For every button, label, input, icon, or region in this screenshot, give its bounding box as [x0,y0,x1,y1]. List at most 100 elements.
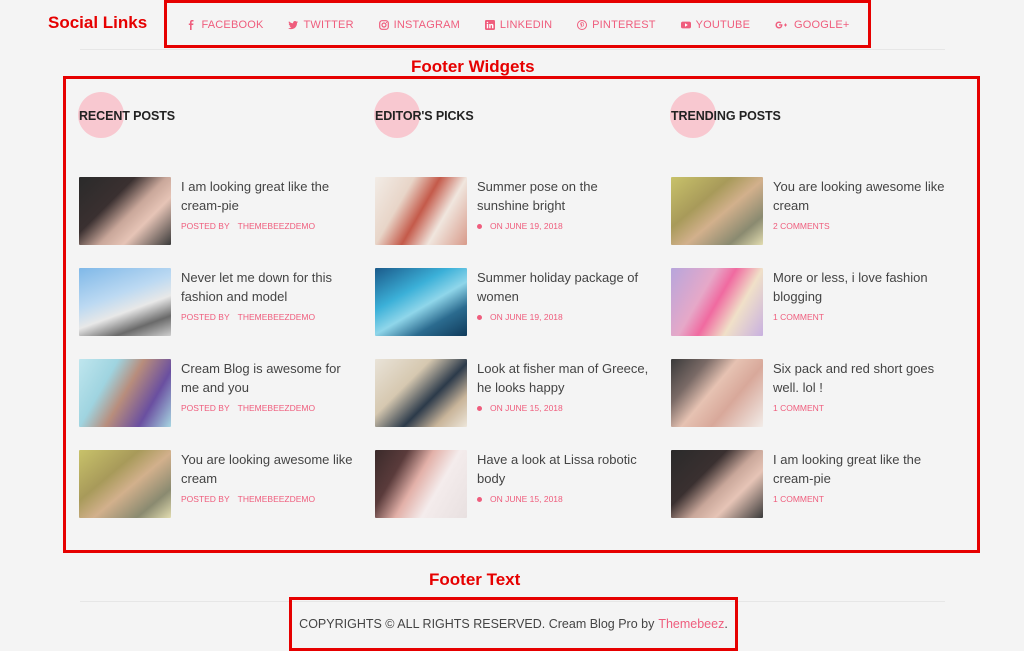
post-meta: 1 COMMENT [773,312,824,322]
post-title[interactable]: I am looking great like the cream-pie [181,177,357,215]
facebook-icon [186,19,196,30]
post-meta: 1 COMMENT [773,494,824,504]
list-item: You are looking awesome like cream POSTE… [79,450,359,520]
social-link-pinterest[interactable]: PINTEREST [577,19,656,31]
post-thumbnail[interactable] [79,177,171,245]
social-label: LINKEDIN [499,18,553,31]
widget-title: RECENT POSTS [79,109,176,123]
post-title[interactable]: Look at fisher man of Greece, he looks h… [477,359,653,397]
list-item: Look at fisher man of Greece, he looks h… [375,359,655,429]
post-comments[interactable]: 2 COMMENTS [773,221,830,231]
post-date: ON JUNE 15, 2018 [490,403,563,413]
twitter-icon [288,20,299,30]
post-title[interactable]: You are looking awesome like cream [181,450,357,488]
annotation-footer-text: Footer Text [429,570,521,589]
post-comments[interactable]: 1 COMMENT [773,403,824,413]
social-label: FACEBOOK [201,18,264,31]
footer-copyright: COPYRIGHTS © ALL RIGHTS RESERVED. Cream … [290,598,737,650]
copyright-text: COPYRIGHTS © ALL RIGHTS RESERVED. Cream … [299,617,655,631]
post-thumbnail[interactable] [375,268,467,336]
meta-prefix: POSTED BY [181,221,230,231]
list-item: I am looking great like the cream-pie PO… [79,177,359,247]
post-thumbnail[interactable] [671,450,763,518]
social-link-youtube[interactable]: YOUTUBE [680,18,751,31]
annotation-footer-widgets: Footer Widgets [411,57,535,76]
copyright-suffix: . [724,617,728,631]
social-label: GOOGLE+ [794,18,850,31]
meta-prefix: POSTED BY [181,312,230,322]
post-meta: POSTED BY THEMEBEEZDEMO [181,494,315,504]
post-thumbnail[interactable] [375,177,467,245]
pinterest-icon [577,19,588,30]
instagram-icon [378,19,389,30]
post-title[interactable]: Summer holiday package of women [477,268,653,306]
post-comments[interactable]: 1 COMMENT [773,494,824,504]
post-date: ON JUNE 19, 2018 [490,312,563,322]
list-item: Never let me down for this fashion and m… [79,268,359,338]
page: Social Links Footer Widgets Footer Text … [0,0,1024,651]
meta-dot [477,314,482,320]
footer-widgets: RECENT POSTS I am looking great like the… [64,77,979,551]
list-item: Have a look at Lissa robotic body ON JUN… [375,450,655,520]
post-title[interactable]: Never let me down for this fashion and m… [181,268,357,306]
post-meta: 2 COMMENTS [773,221,830,231]
meta-dot [477,496,482,502]
post-thumbnail[interactable] [671,177,763,245]
social-label: TWITTER [303,18,354,31]
list-item: Cream Blog is awesome for me and you POS… [79,359,359,429]
linkedin-icon [484,19,495,30]
post-thumbnail[interactable] [79,268,171,336]
post-meta: POSTED BY THEMEBEEZDEMO [181,221,315,231]
post-thumbnail[interactable] [671,268,763,336]
post-title[interactable]: You are looking awesome like cream [773,177,949,215]
divider-top [80,49,945,50]
social-link-facebook[interactable]: FACEBOOK [186,19,263,31]
post-title[interactable]: Summer pose on the sunshine bright [477,177,653,215]
list-item: Six pack and red short goes well. lol ! … [671,359,951,429]
post-thumbnail[interactable] [375,359,467,427]
post-title[interactable]: More or less, i love fashion blogging [773,268,949,306]
post-meta: ON JUNE 19, 2018 [477,312,563,322]
widget-title: EDITOR'S PICKS [375,109,474,123]
widget-title: TRENDING POSTS [671,109,781,123]
post-thumbnail[interactable] [671,359,763,427]
post-author[interactable]: THEMEBEEZDEMO [238,494,315,504]
post-author[interactable]: THEMEBEEZDEMO [238,312,315,322]
post-comments[interactable]: 1 COMMENT [773,312,824,322]
post-thumbnail[interactable] [375,450,467,518]
meta-prefix: POSTED BY [181,494,230,504]
list-item: I am looking great like the cream-pie 1 … [671,450,951,520]
post-thumbnail[interactable] [79,359,171,427]
post-author[interactable]: THEMEBEEZDEMO [238,221,315,231]
google-plus-icon [775,20,789,30]
widget-editors-picks: EDITOR'S PICKS Summer pose on the sunshi… [360,77,648,518]
post-title[interactable]: I am looking great like the cream-pie [773,450,949,488]
post-meta: POSTED BY THEMEBEEZDEMO [181,403,315,413]
list-item: Summer holiday package of women ON JUNE … [375,268,655,338]
social-link-linkedin[interactable]: LINKEDIN [484,18,553,31]
social-link-google-plus[interactable]: GOOGLE+ [775,19,850,31]
list-item: Summer pose on the sunshine bright ON JU… [375,177,655,247]
post-meta: ON JUNE 15, 2018 [477,494,563,504]
post-date: ON JUNE 19, 2018 [490,221,563,231]
post-meta: ON JUNE 15, 2018 [477,403,563,413]
social-label: YOUTUBE [695,18,751,31]
social-link-instagram[interactable]: INSTAGRAM [378,19,460,31]
social-link-twitter[interactable]: TWITTER [288,18,354,31]
social-label: PINTEREST [592,18,656,31]
post-title[interactable]: Six pack and red short goes well. lol ! [773,359,949,397]
annotation-social-links: Social Links [48,13,148,32]
post-thumbnail[interactable] [79,450,171,518]
post-meta: POSTED BY THEMEBEEZDEMO [181,312,315,322]
meta-prefix: POSTED BY [181,403,230,413]
post-title[interactable]: Cream Blog is awesome for me and you [181,359,357,397]
post-title[interactable]: Have a look at Lissa robotic body [477,450,653,488]
post-meta: 1 COMMENT [773,403,824,413]
post-author[interactable]: THEMEBEEZDEMO [238,403,315,413]
themebeez-link[interactable]: Themebeez [658,617,724,631]
list-item: More or less, i love fashion blogging 1 … [671,268,951,338]
widget-recent-posts: RECENT POSTS I am looking great like the… [64,77,353,518]
post-date: ON JUNE 15, 2018 [490,494,563,504]
youtube-icon [680,20,691,30]
post-meta: ON JUNE 19, 2018 [477,221,563,231]
